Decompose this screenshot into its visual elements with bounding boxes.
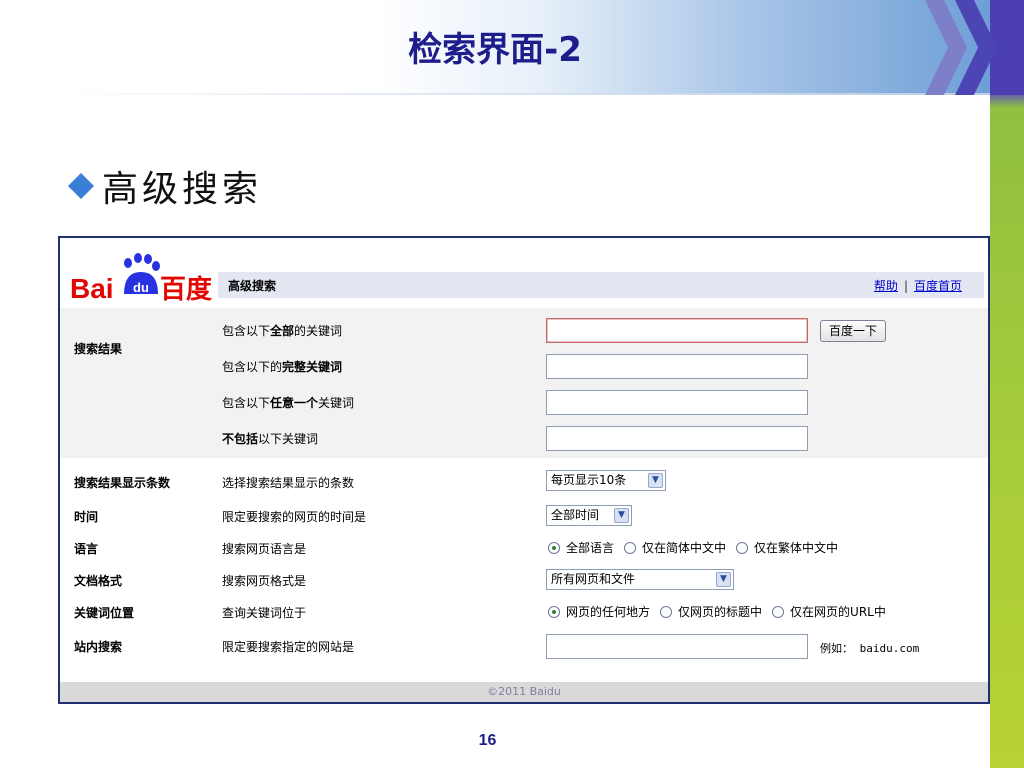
site-input[interactable]: [546, 634, 808, 659]
language-option-all[interactable]: 全部语言: [548, 539, 614, 556]
radio-icon[interactable]: [660, 605, 673, 618]
count-desc: 选择搜索结果显示的条数: [222, 476, 355, 490]
keyword-desc-exact: 包含以下的完整关键词: [222, 360, 343, 374]
radio-selected-icon[interactable]: [548, 605, 560, 618]
chevron-down-icon[interactable]: ▼: [716, 572, 731, 587]
format-desc: 搜索网页格式是: [222, 574, 307, 588]
radio-icon[interactable]: [772, 605, 785, 618]
bullet-text: 高级搜索: [102, 169, 263, 210]
time-label: 时间: [74, 510, 99, 524]
radio-selected-icon[interactable]: [548, 541, 560, 554]
slide-title: 检索界面-2: [408, 30, 582, 70]
language-radio-group: 全部语言 仅在简体中文中 仅在繁体中文中: [548, 539, 848, 556]
slide-accent-bar: [990, 0, 1024, 768]
position-label: 关键词位置: [74, 606, 135, 620]
keyword-desc-all: 包含以下全部的关键词: [222, 324, 343, 338]
all-keywords-input[interactable]: [546, 318, 808, 343]
radio-icon[interactable]: [736, 541, 749, 554]
site-label: 站内搜索: [74, 640, 123, 654]
copyright-footer: ©2011 Baidu: [60, 682, 988, 702]
position-desc: 查询关键词位于: [222, 606, 307, 620]
language-label: 语言: [74, 542, 99, 556]
result-count-select[interactable]: 每页显示10条 ▼: [546, 470, 666, 491]
time-value: 全部时间: [551, 508, 600, 522]
search-result-label: 搜索结果: [74, 342, 123, 356]
baidu-search-button[interactable]: 百度一下: [820, 320, 887, 342]
position-option-url[interactable]: 仅在网页的URL中: [772, 603, 886, 620]
exact-phrase-input[interactable]: [546, 354, 808, 379]
language-option-simplified[interactable]: 仅在简体中文中: [624, 539, 726, 556]
diamond-bullet-icon: [68, 173, 94, 199]
radio-icon[interactable]: [624, 541, 637, 554]
count-label: 搜索结果显示条数: [74, 476, 171, 490]
page-number: 16: [478, 732, 497, 749]
any-keyword-input[interactable]: [546, 390, 808, 415]
time-desc: 限定要搜索的网页的时间是: [222, 510, 367, 524]
site-desc: 限定要搜索指定的网站是: [222, 640, 355, 654]
format-label: 文档格式: [74, 574, 123, 588]
svg-text:百度: 百度: [160, 274, 212, 302]
language-option-traditional[interactable]: 仅在繁体中文中: [736, 539, 838, 556]
bullet-heading: 高级搜索: [66, 160, 262, 212]
position-option-title[interactable]: 仅网页的标题中: [660, 603, 762, 620]
keyword-desc-any: 包含以下任意一个关键词: [222, 396, 355, 410]
baidu-home-link[interactable]: 百度首页: [914, 279, 962, 293]
position-radio-group: 网页的任何地方 仅网页的标题中 仅在网页的URL中: [548, 603, 896, 620]
help-link[interactable]: 帮助: [874, 279, 898, 293]
keyword-desc-exclude: 不包括以下关键词: [222, 432, 319, 446]
result-count-value: 每页显示10条: [551, 473, 627, 487]
header-title: 高级搜索: [228, 278, 277, 293]
header-links: 帮助 | 百度首页: [874, 277, 962, 294]
format-value: 所有网页和文件: [551, 572, 636, 586]
time-select[interactable]: 全部时间 ▼: [546, 505, 632, 526]
link-separator: |: [903, 278, 908, 293]
exclude-keyword-input[interactable]: [546, 426, 808, 451]
format-select[interactable]: 所有网页和文件 ▼: [546, 569, 734, 590]
position-option-anywhere[interactable]: 网页的任何地方: [548, 603, 650, 620]
svg-text:Bai: Bai: [70, 273, 114, 302]
language-desc: 搜索网页语言是: [222, 542, 307, 556]
baidu-logo[interactable]: Bai du 百度: [68, 246, 218, 302]
chevron-down-icon[interactable]: ▼: [648, 473, 663, 488]
svg-text:du: du: [133, 280, 149, 295]
header-bar: 高级搜索 帮助 | 百度首页: [218, 272, 984, 298]
chevron-down-icon[interactable]: ▼: [614, 508, 629, 523]
site-example: 例如： baidu.com: [820, 642, 920, 655]
baidu-advanced-search-screenshot: Bai du 百度 高级搜索 帮助 | 百度首页 搜索结果 包含以下全部的关键词 包…: [58, 236, 990, 704]
settings-section: 搜索结果显示条数 选择搜索结果显示的条数 每页显示10条 ▼ 时间 限定要搜索的…: [60, 460, 988, 682]
